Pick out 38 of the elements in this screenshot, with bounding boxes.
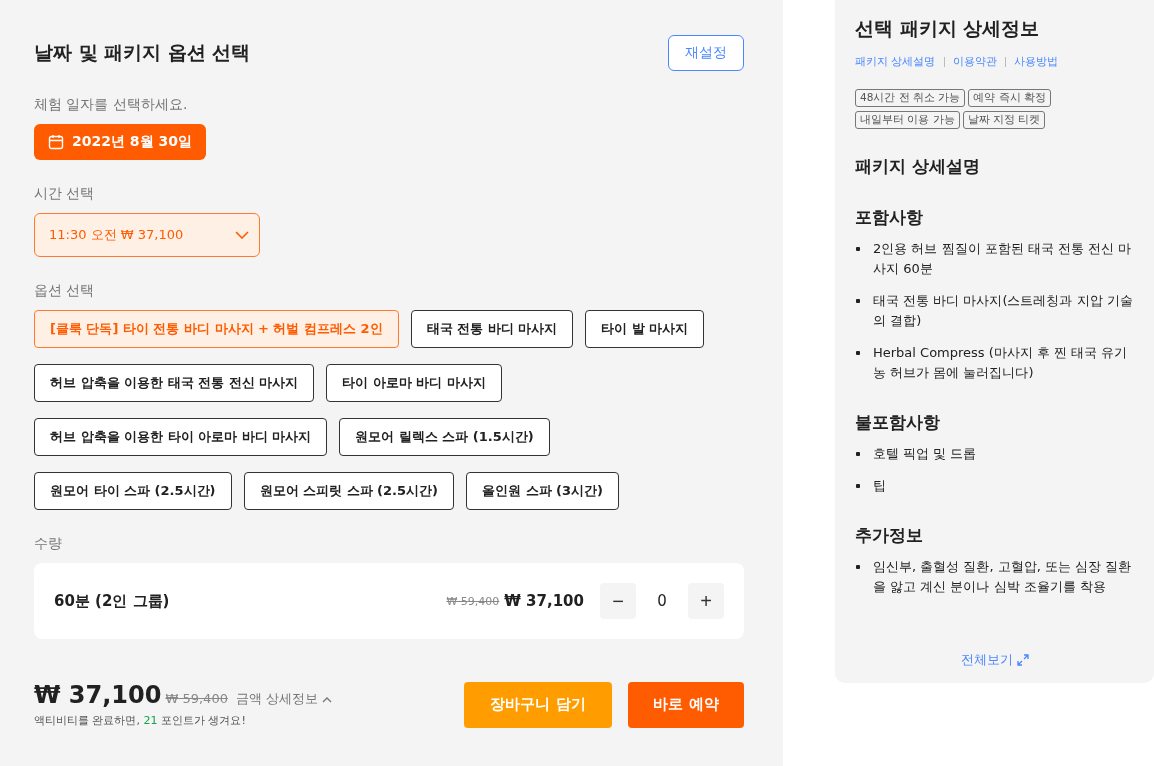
section-title: 날짜 및 패키지 옵션 선택 <box>34 40 251 65</box>
feature-tag: 예약 즉시 확정 <box>968 89 1052 107</box>
option-button[interactable]: 허브 압축을 이용한 타이 아로마 바디 마사지 <box>34 418 328 456</box>
field-label: 체험 일자를 선택하세요. <box>34 96 189 114</box>
price-details-link[interactable]: 금액 상세정보 <box>235 690 333 708</box>
feature-tag: 날짜 지정 티켓 <box>962 111 1046 129</box>
option-button[interactable]: 타이 아로마 바디 마사지 <box>326 364 502 402</box>
minus-button[interactable]: − <box>600 583 636 619</box>
price: ₩ 37,100 <box>504 592 584 610</box>
option-button[interactable]: 타이 발 마사지 <box>585 310 705 348</box>
calendar-icon <box>48 134 64 150</box>
subsection-heading: 포함사항 <box>855 206 924 229</box>
feature-tag: 48시간 전 취소 가능 <box>855 89 966 107</box>
expand-icon <box>1016 654 1029 666</box>
total-price: ₩ 37,100 <box>34 681 162 709</box>
reset-button[interactable]: 재설정 <box>668 35 744 71</box>
option-button[interactable]: 원모어 타이 스파 (2.5시간) <box>34 472 232 510</box>
field-label: 옵션 선택 <box>34 282 96 300</box>
original-price: ₩ 59,400 <box>446 594 500 608</box>
option-button[interactable]: 태국 전통 바디 마사지 <box>410 310 574 348</box>
field-label: 시간 선택 <box>34 185 96 203</box>
points-note: 액티비티를 완료하면, 21 포인트가 생겨요! <box>34 713 247 728</box>
package-name: 60분 (2인 그룹) <box>54 591 171 611</box>
quantity-value: 0 <box>656 592 668 610</box>
plus-button[interactable]: + <box>688 583 724 619</box>
option-button[interactable]: 원모어 스피릿 스파 (2.5시간) <box>243 472 454 510</box>
field-label: 수량 <box>34 535 63 553</box>
option-button[interactable]: 허브 압축을 이용한 태국 전통 전신 마사지 <box>34 364 315 402</box>
chevron-down-icon <box>235 231 249 239</box>
subsection-heading: 추가정보 <box>855 524 924 547</box>
panel-title: 선택 패키지 상세정보 <box>855 16 1041 41</box>
subsection-heading: 불포함사항 <box>855 411 941 434</box>
section-heading: 패키지 상세설명 <box>855 155 981 178</box>
feature-tag: 내일부터 이용 가능 <box>855 111 960 129</box>
option-button[interactable]: 올인원 스파 (3시간) <box>466 472 619 510</box>
chevron-up-icon <box>322 696 333 703</box>
option-button[interactable]: 원모어 릴렉스 스파 (1.5시간) <box>339 418 550 456</box>
original-total-price: ₩ 59,400 <box>165 691 228 706</box>
